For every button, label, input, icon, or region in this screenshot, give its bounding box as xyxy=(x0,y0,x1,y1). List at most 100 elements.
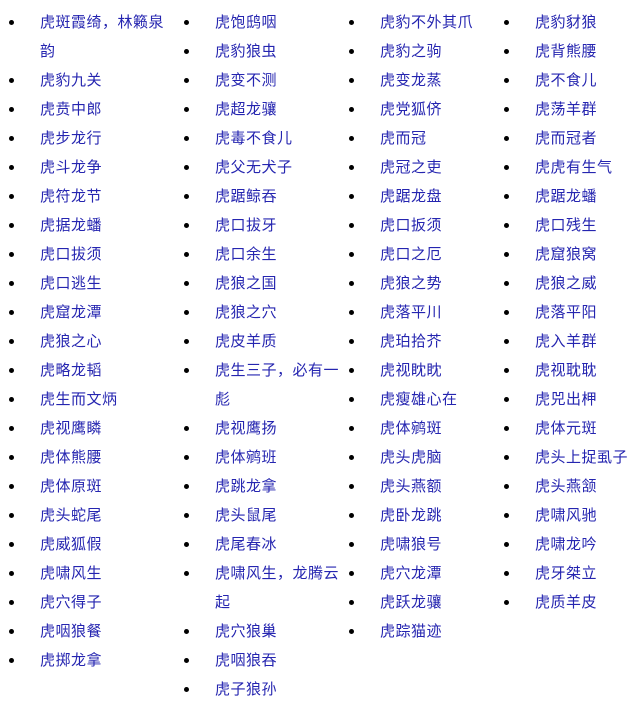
list-item[interactable]: 虎珀拾芥 xyxy=(340,327,495,356)
list-item[interactable]: 虎尾春冰 xyxy=(175,530,340,559)
list-item[interactable]: 虎超龙骧 xyxy=(175,95,340,124)
idiom-text: 虎体元斑 xyxy=(535,420,598,437)
list-item[interactable]: 虎体元斑 xyxy=(495,414,641,443)
list-item[interactable]: 虎皮羊质 xyxy=(175,327,340,356)
bullet-icon xyxy=(349,501,356,530)
idiom-text: 虎略龙韬 xyxy=(40,362,103,379)
list-item[interactable]: 虎咽狼餐 xyxy=(0,617,175,646)
list-item[interactable]: 虎头蛇尾 xyxy=(0,501,175,530)
idiom-text: 虎体熊腰 xyxy=(40,449,103,466)
list-item[interactable]: 虎威狐假 xyxy=(0,530,175,559)
list-item[interactable]: 虎变龙蒸 xyxy=(340,66,495,95)
list-item[interactable]: 虎斑霞绮，林籁泉韵 xyxy=(0,8,175,66)
list-item[interactable]: 虎兕出柙 xyxy=(495,385,641,414)
list-item[interactable]: 虎毒不食儿 xyxy=(175,124,340,153)
list-item[interactable]: 虎质羊皮 xyxy=(495,588,641,617)
list-item[interactable]: 虎饱鸱咽 xyxy=(175,8,340,37)
list-item[interactable]: 虎视鹰扬 xyxy=(175,414,340,443)
idiom-text: 虎视耽耽 xyxy=(535,362,598,379)
list-item[interactable]: 虎子狼孙 xyxy=(175,675,340,704)
list-item[interactable]: 虎啸狼号 xyxy=(340,530,495,559)
list-item[interactable]: 虎体鹓班 xyxy=(175,443,340,472)
list-item[interactable]: 虎而冠者 xyxy=(495,124,641,153)
list-item[interactable]: 虎啸风驰 xyxy=(495,501,641,530)
list-item[interactable]: 虎牙桀立 xyxy=(495,559,641,588)
list-item[interactable]: 虎视眈眈 xyxy=(340,356,495,385)
list-item[interactable]: 虎瘦雄心在 xyxy=(340,385,495,414)
list-item[interactable]: 虎冠之吏 xyxy=(340,153,495,182)
list-item[interactable]: 虎符龙节 xyxy=(0,182,175,211)
list-item[interactable]: 虎踞龙蟠 xyxy=(495,182,641,211)
list-item[interactable]: 虎党狐侪 xyxy=(340,95,495,124)
list-item[interactable]: 虎踪猫迹 xyxy=(340,617,495,646)
list-item[interactable]: 虎落平阳 xyxy=(495,298,641,327)
list-item[interactable]: 虎踞鲸吞 xyxy=(175,182,340,211)
list-item[interactable]: 虎体鹓斑 xyxy=(340,414,495,443)
list-item[interactable]: 虎贲中郎 xyxy=(0,95,175,124)
list-item[interactable]: 虎狼之威 xyxy=(495,269,641,298)
list-item[interactable]: 虎啸龙吟 xyxy=(495,530,641,559)
list-item[interactable]: 虎生而文炳 xyxy=(0,385,175,414)
list-item[interactable]: 虎狼之心 xyxy=(0,327,175,356)
list-item[interactable]: 虎体熊腰 xyxy=(0,443,175,472)
list-item[interactable]: 虎而冠 xyxy=(340,124,495,153)
list-item[interactable]: 虎口残生 xyxy=(495,211,641,240)
list-item[interactable]: 虎穴龙潭 xyxy=(340,559,495,588)
list-item[interactable]: 虎豹狼虫 xyxy=(175,37,340,66)
list-item[interactable]: 虎豹豺狼 xyxy=(495,8,641,37)
list-item[interactable]: 虎虎有生气 xyxy=(495,153,641,182)
idiom-text: 虎头燕额 xyxy=(380,478,443,495)
list-item[interactable]: 虎穴得子 xyxy=(0,588,175,617)
list-item[interactable]: 虎咽狼吞 xyxy=(175,646,340,675)
list-item[interactable]: 虎父无犬子 xyxy=(175,153,340,182)
list-item[interactable]: 虎窟狼窝 xyxy=(495,240,641,269)
idiom-text: 虎瘦雄心在 xyxy=(380,391,458,408)
bullet-icon xyxy=(184,414,191,443)
list-item[interactable]: 虎荡羊群 xyxy=(495,95,641,124)
list-item[interactable]: 虎入羊群 xyxy=(495,327,641,356)
list-item[interactable]: 虎狼之势 xyxy=(340,269,495,298)
list-item[interactable]: 虎跃龙骧 xyxy=(340,588,495,617)
list-item[interactable]: 虎啸风生，龙腾云起 xyxy=(175,559,340,617)
bullet-icon xyxy=(349,240,356,269)
idiom-text: 虎口拔须 xyxy=(40,246,103,263)
list-item[interactable]: 虎狼之国 xyxy=(175,269,340,298)
list-item[interactable]: 虎落平川 xyxy=(340,298,495,327)
list-item[interactable]: 虎斗龙争 xyxy=(0,153,175,182)
list-item[interactable]: 虎头燕额 xyxy=(340,472,495,501)
list-item[interactable]: 虎口拔牙 xyxy=(175,211,340,240)
list-item[interactable]: 虎视鹰瞵 xyxy=(0,414,175,443)
idiom-text: 虎入羊群 xyxy=(535,333,598,350)
list-item[interactable]: 虎口逃生 xyxy=(0,269,175,298)
list-item[interactable]: 虎头上捉虱子 xyxy=(495,443,641,472)
list-item[interactable]: 虎略龙韬 xyxy=(0,356,175,385)
list-item[interactable]: 虎掷龙拿 xyxy=(0,646,175,675)
list-item[interactable]: 虎窟龙潭 xyxy=(0,298,175,327)
list-item[interactable]: 虎头鼠尾 xyxy=(175,501,340,530)
list-item[interactable]: 虎踞龙盘 xyxy=(340,182,495,211)
list-item[interactable]: 虎生三子，必有一彪 xyxy=(175,356,340,414)
list-item[interactable]: 虎头燕颔 xyxy=(495,472,641,501)
list-item[interactable]: 虎据龙蟠 xyxy=(0,211,175,240)
list-item[interactable]: 虎豹不外其爪 xyxy=(340,8,495,37)
list-item[interactable]: 虎口扳须 xyxy=(340,211,495,240)
list-item[interactable]: 虎穴狼巢 xyxy=(175,617,340,646)
list-item[interactable]: 虎豹九关 xyxy=(0,66,175,95)
list-item[interactable]: 虎变不测 xyxy=(175,66,340,95)
list-item[interactable]: 虎口拔须 xyxy=(0,240,175,269)
list-item[interactable]: 虎体原斑 xyxy=(0,472,175,501)
list-item[interactable]: 虎视耽耽 xyxy=(495,356,641,385)
list-item[interactable]: 虎跳龙拿 xyxy=(175,472,340,501)
list-item[interactable]: 虎狼之穴 xyxy=(175,298,340,327)
list-item[interactable]: 虎啸风生 xyxy=(0,559,175,588)
list-item[interactable]: 虎步龙行 xyxy=(0,124,175,153)
list-item[interactable]: 虎豹之驹 xyxy=(340,37,495,66)
bullet-icon xyxy=(184,443,191,472)
bullet-icon xyxy=(349,124,356,153)
list-item[interactable]: 虎不食儿 xyxy=(495,66,641,95)
list-item[interactable]: 虎背熊腰 xyxy=(495,37,641,66)
list-item[interactable]: 虎口之厄 xyxy=(340,240,495,269)
list-item[interactable]: 虎口余生 xyxy=(175,240,340,269)
list-item[interactable]: 虎卧龙跳 xyxy=(340,501,495,530)
list-item[interactable]: 虎头虎脑 xyxy=(340,443,495,472)
